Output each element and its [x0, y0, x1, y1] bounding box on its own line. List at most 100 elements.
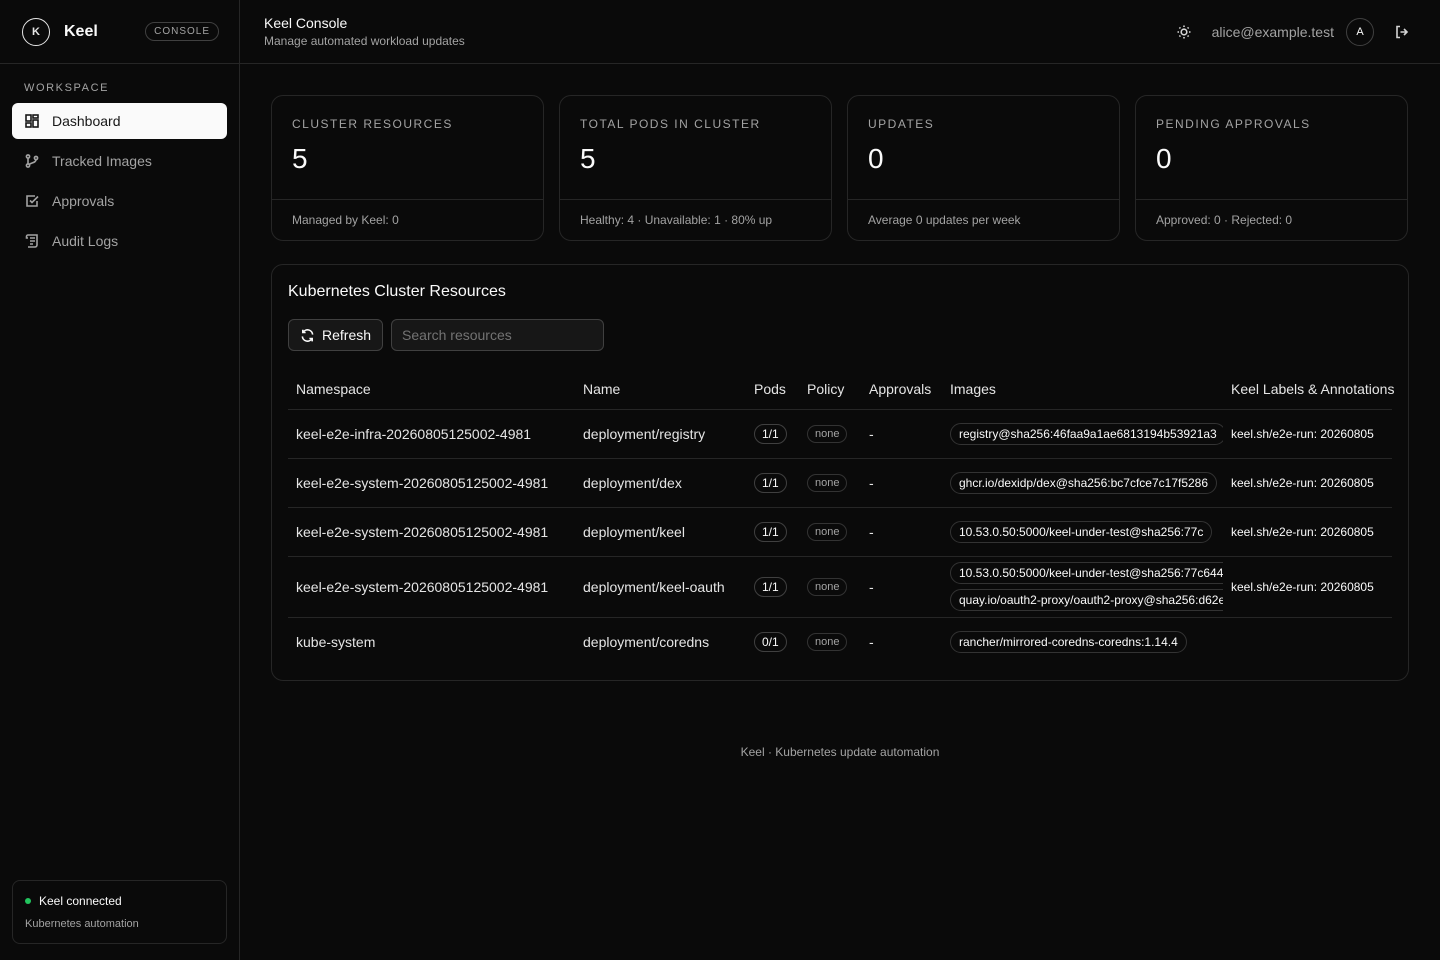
pods-badge: 1/1: [754, 576, 787, 597]
sidebar-item-label: Approvals: [52, 193, 115, 209]
cell-name: deployment/dex: [575, 458, 746, 508]
cell-approvals: -: [861, 458, 942, 508]
cell-namespace: kube-system: [296, 633, 376, 650]
cell-name: deployment/keel: [575, 507, 746, 557]
resources-toolbar: Refresh: [288, 319, 1392, 351]
check-square-icon: [26, 195, 39, 207]
cell-name: deployment/keel-oauth: [575, 556, 746, 618]
cell-labels: keel.sh/e2e-run: 20260805: [1223, 409, 1392, 459]
policy-badge: none: [807, 633, 848, 652]
cell-labels: keel.sh/e2e-run: 20260805: [1223, 458, 1392, 508]
cell-approvals: -: [861, 556, 942, 618]
sidebar-nav: Dashboard Tracked Images Approvals Audit…: [0, 103, 239, 263]
cell-name: deployment/coredns: [583, 633, 710, 650]
column-header-pods[interactable]: Pods: [746, 369, 799, 410]
pods-badge: 1/1: [754, 521, 787, 542]
topbar: Keel Console Manage automated workload u…: [240, 0, 1440, 64]
column-header-images[interactable]: Images: [942, 369, 1223, 410]
page-footer: Keel · Kubernetes update automation: [740, 745, 940, 759]
stat-label: PENDING APPROVALS: [1156, 117, 1311, 131]
pods-badge: 1/1: [754, 423, 787, 444]
stat-value: 0: [1156, 143, 1172, 174]
pods-badge: 1/1: [754, 472, 787, 493]
column-header-policy[interactable]: Policy: [799, 369, 861, 410]
table-header-row: Namespace Name Pods Policy Approvals Ima…: [288, 369, 1394, 410]
table-row[interactable]: keel-e2e-system-20260805125002-4981 depl…: [288, 556, 1392, 618]
stat-card-cluster-resources: CLUSTER RESOURCES 5 Managed by Keel: 0: [271, 95, 544, 241]
image-tag: rancher/mirrored-coredns-coredns:1.14.4: [950, 630, 1187, 653]
table-row[interactable]: kube-system deployment/coredns 0/1 none …: [288, 617, 1392, 666]
dashboard-icon: [25, 114, 39, 128]
stat-footer: Approved: 0 · Rejected: 0: [1156, 213, 1293, 227]
theme-toggle-button[interactable]: [1170, 18, 1198, 46]
cell-namespace: keel-e2e-system-20260805125002-4981: [288, 556, 575, 618]
image-tag: 10.53.0.50:5000/keel-under-test@sha256:7…: [950, 562, 1223, 584]
logout-button[interactable]: [1388, 18, 1416, 46]
column-header-name[interactable]: Name: [575, 369, 746, 410]
cell-labels: keel.sh/e2e-run: 20260805: [1223, 507, 1392, 557]
sidebar-item-label: Tracked Images: [52, 153, 152, 169]
stat-value: 5: [580, 143, 596, 174]
resources-table: Namespace Name Pods Policy Approvals Ima…: [288, 369, 1394, 666]
cluster-resources-panel: Kubernetes Cluster Resources Refresh Nam…: [271, 264, 1409, 681]
column-header-labels[interactable]: Keel Labels & Annotations: [1223, 369, 1394, 410]
page-subtitle: Manage automated workload updates: [264, 34, 465, 48]
pods-badge: 0/1: [754, 631, 787, 652]
sidebar-item-approvals[interactable]: Approvals: [12, 183, 227, 219]
scroll-icon: [25, 234, 38, 248]
sidebar-item-dashboard[interactable]: Dashboard: [12, 103, 227, 139]
column-header-approvals[interactable]: Approvals: [861, 369, 942, 410]
git-branch-icon: [25, 154, 39, 168]
stat-footer: Managed by Keel: 0: [292, 213, 399, 227]
sidebar-item-label: Dashboard: [52, 113, 121, 129]
stat-value: 0: [868, 143, 884, 174]
cell-labels: keel.sh/e2e-run: 20260805: [1223, 556, 1392, 618]
sidebar-item-audit-logs[interactable]: Audit Logs: [12, 223, 227, 259]
image-tag: ghcr.io/dexidp/dex@sha256:bc7cfce7c17f52…: [950, 471, 1218, 494]
connection-status-label: Keel connected: [39, 894, 122, 908]
cell-labels: [1223, 617, 1392, 666]
column-header-namespace[interactable]: Namespace: [288, 369, 575, 410]
stat-value: 5: [292, 143, 308, 174]
sidebar-item-label: Audit Logs: [52, 233, 119, 249]
stat-footer: Average 0 updates per week: [868, 213, 1021, 227]
stat-card-total-pods: TOTAL PODS IN CLUSTER 5 Healthy: 4 · Una…: [559, 95, 832, 241]
main-area: Keel Console Manage automated workload u…: [240, 0, 1440, 960]
brand: K Keel CONSOLE: [0, 0, 239, 64]
policy-badge: none: [807, 578, 848, 596]
nav-section-title: WORKSPACE: [24, 82, 110, 94]
user-email: alice@example.test: [1211, 23, 1334, 40]
stat-label: UPDATES: [868, 117, 935, 131]
cell-namespace: keel-e2e-system-20260805125002-4981: [288, 458, 575, 508]
cell-approvals: -: [861, 409, 942, 459]
image-tag: quay.io/oauth2-proxy/oauth2-proxy@sha256…: [950, 589, 1223, 611]
cell-approvals: -: [861, 507, 942, 557]
dashboard-content: CLUSTER RESOURCES 5 Managed by Keel: 0 T…: [240, 64, 1440, 759]
keel-logo[interactable]: K: [22, 17, 50, 46]
search-input[interactable]: [391, 319, 605, 351]
refresh-label: Refresh: [322, 327, 372, 343]
policy-badge: none: [807, 474, 848, 492]
stats-row: CLUSTER RESOURCES 5 Managed by Keel: 0 T…: [271, 95, 1409, 241]
sidebar-item-tracked-images[interactable]: Tracked Images: [12, 143, 227, 179]
table-row[interactable]: keel-e2e-system-20260805125002-4981 depl…: [288, 458, 1392, 508]
avatar[interactable]: A: [1346, 17, 1374, 46]
policy-badge: none: [807, 523, 848, 541]
console-badge: CONSOLE: [145, 22, 219, 41]
stat-card-updates: UPDATES 0 Average 0 updates per week: [847, 95, 1120, 241]
cell-namespace: keel-e2e-system-20260805125002-4981: [288, 507, 575, 557]
image-tag: 10.53.0.50:5000/keel-under-test@sha256:7…: [950, 520, 1213, 543]
cell-name: deployment/registry: [575, 409, 746, 459]
cell-namespace: keel-e2e-infra-20260805125002-4981: [288, 409, 575, 459]
stat-label: CLUSTER RESOURCES: [292, 117, 453, 131]
refresh-button[interactable]: Refresh: [288, 319, 384, 351]
refresh-icon: [301, 328, 314, 342]
cell-approvals: -: [869, 633, 874, 650]
connection-status-card: Keel connected Kubernetes automation: [12, 880, 227, 944]
stat-card-pending-approvals: PENDING APPROVALS 0 Approved: 0 · Reject…: [1135, 95, 1408, 241]
panel-title: Kubernetes Cluster Resources: [288, 283, 506, 300]
table-row[interactable]: keel-e2e-system-20260805125002-4981 depl…: [288, 507, 1392, 557]
logout-icon: [1396, 25, 1409, 38]
stat-label: TOTAL PODS IN CLUSTER: [580, 117, 761, 131]
table-row[interactable]: keel-e2e-infra-20260805125002-4981 deplo…: [288, 409, 1392, 459]
